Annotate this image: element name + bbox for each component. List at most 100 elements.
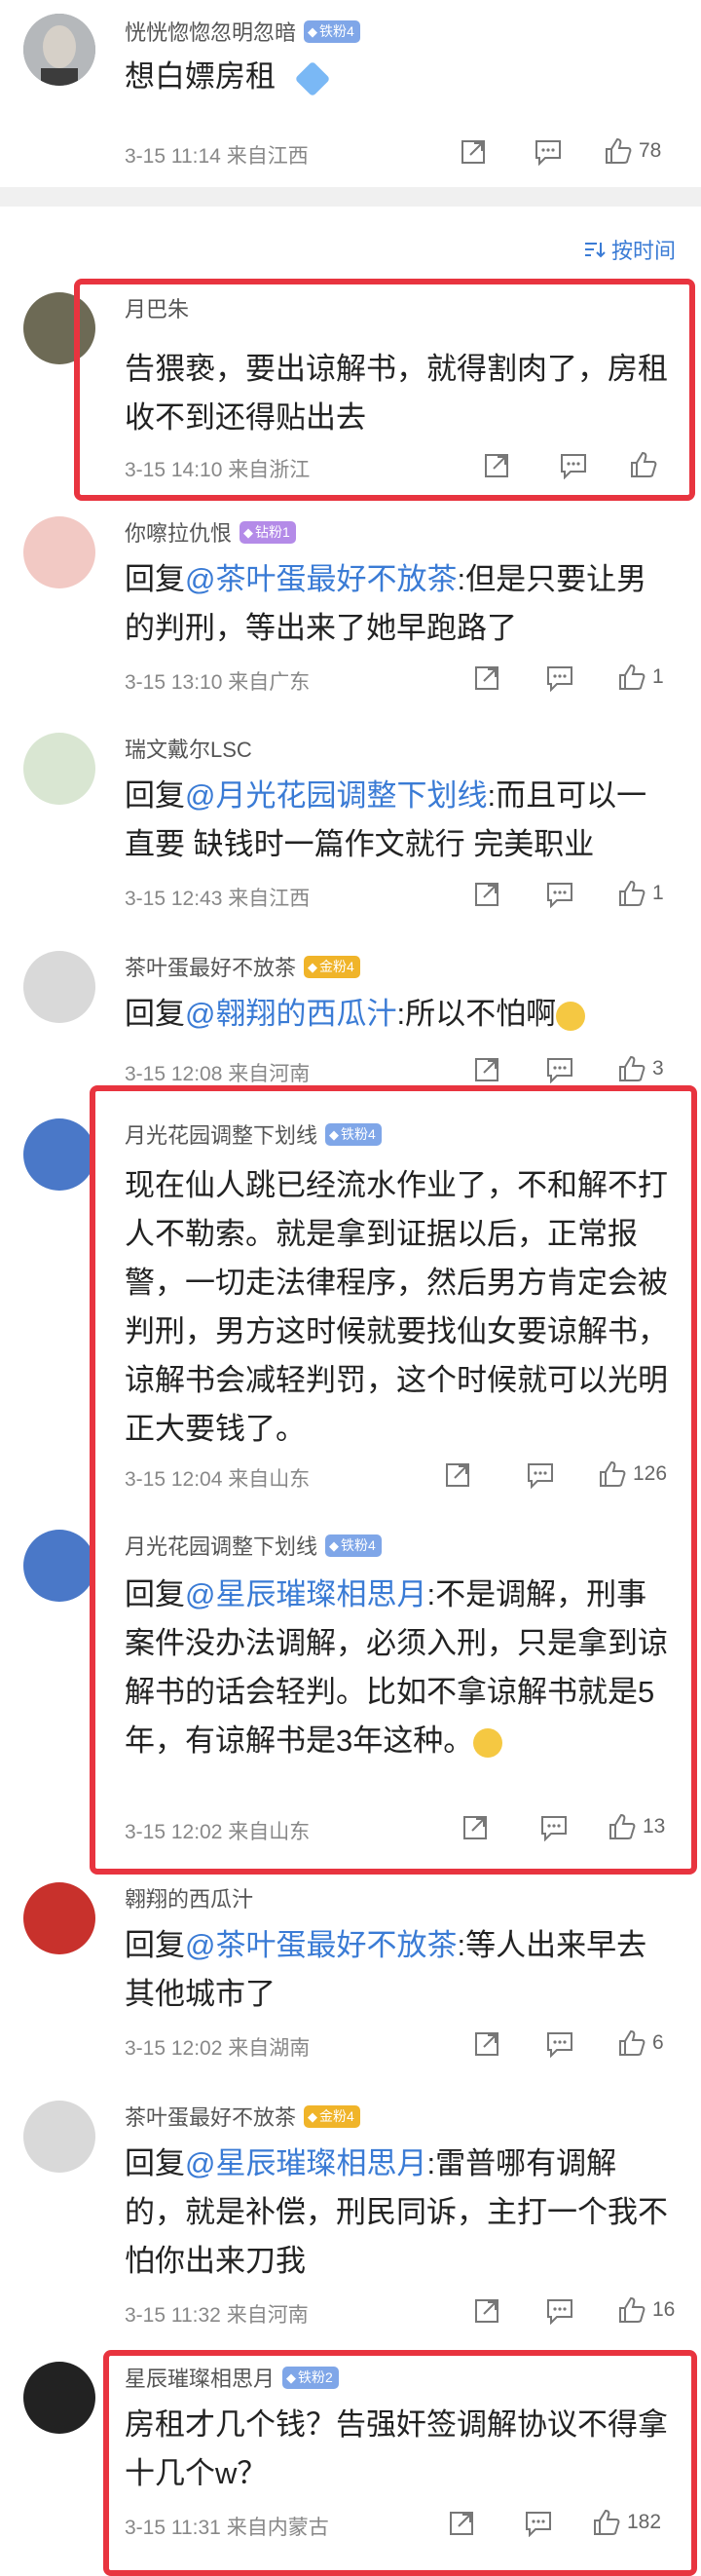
like-count: 1 — [652, 665, 664, 688]
badge-text: 钻粉1 — [255, 523, 290, 540]
diamond-icon: ◆ — [308, 23, 318, 39]
username[interactable]: 翱翔的西瓜汁 — [125, 1882, 253, 1913]
comment-body: :所以不怕啊 — [396, 997, 557, 1031]
comment-icon — [547, 1058, 572, 1083]
section-divider — [0, 187, 701, 207]
share-icon — [475, 2032, 498, 2056]
like-count: 6 — [652, 2031, 664, 2054]
mention-link[interactable]: @星辰璀璨相思月 — [185, 2146, 426, 2180]
like-count: 3 — [652, 1057, 664, 1080]
sort-label[interactable]: 按时间 — [611, 234, 676, 265]
comment-button[interactable] — [545, 664, 574, 692]
diamond-icon: ◆ — [308, 959, 318, 974]
avatar[interactable] — [23, 516, 95, 588]
highlight-box — [90, 1085, 697, 1875]
username[interactable]: 茶叶蛋最好不放茶 ◆ 金粉4 — [125, 2101, 360, 2132]
comment-text: 想白嫖房租 — [125, 53, 670, 101]
like-button[interactable]: 78 — [604, 136, 661, 166]
like-count: 78 — [639, 139, 662, 162]
avatar[interactable] — [23, 1882, 95, 1954]
avatar[interactable] — [23, 2101, 95, 2173]
mention-link[interactable]: @茶叶蛋最好不放茶 — [185, 1928, 457, 1962]
diamond-icon: ◆ — [243, 524, 254, 540]
comment-text: 回复@星辰璀璨相思月:雷普哪有调解的，就是补偿，刑民同诉，主打一个我不怕你出来刀… — [125, 2140, 670, 2286]
comment-icon — [547, 2032, 572, 2058]
comment-text: 回复@茶叶蛋最好不放茶:等人出来早去其他城市了 — [125, 1921, 670, 2019]
username-text[interactable]: 你嚓拉仇恨 — [125, 516, 232, 548]
username[interactable]: 你嚓拉仇恨 ◆ 钻粉1 — [125, 516, 296, 548]
like-button[interactable]: 1 — [617, 879, 664, 908]
share-button[interactable] — [473, 1056, 500, 1083]
comment-icon — [547, 2299, 572, 2325]
thumbs-up-icon — [619, 1055, 646, 1081]
share-icon — [475, 666, 498, 690]
share-button[interactable] — [473, 664, 500, 692]
comment-text: 回复@翱翔的西瓜汁:所以不怕啊 — [125, 990, 670, 1039]
comment-button[interactable] — [534, 138, 563, 166]
thumbs-up-icon — [606, 137, 632, 164]
reply-prefix: 回复 — [125, 2146, 185, 2180]
like-count: 1 — [652, 882, 664, 904]
comment-button[interactable] — [545, 1056, 574, 1083]
highlight-box — [103, 2350, 697, 2576]
share-button[interactable] — [473, 2297, 500, 2325]
mention-link[interactable]: @月光花园调整下划线 — [185, 778, 487, 813]
mention-link[interactable]: @茶叶蛋最好不放茶 — [185, 562, 457, 596]
username-text[interactable]: 茶叶蛋最好不放茶 — [125, 2101, 296, 2132]
share-icon — [475, 1058, 498, 1081]
username-text[interactable]: 翱翔的西瓜汁 — [125, 1882, 253, 1913]
share-icon — [475, 2299, 498, 2323]
badge-text: 金粉4 — [319, 2107, 354, 2124]
comment-meta: 3-15 12:43 来自江西 — [125, 888, 311, 910]
like-button[interactable]: 1 — [617, 663, 664, 692]
comment-icon — [547, 883, 572, 908]
thumbs-up-icon — [619, 2029, 646, 2056]
sort-by-time-button[interactable]: 按时间 — [584, 234, 676, 265]
like-button[interactable]: 3 — [617, 1054, 664, 1083]
comment-meta: 3-15 12:02 来自湖南 — [125, 2037, 311, 2060]
avatar[interactable] — [23, 1530, 95, 1602]
share-button[interactable] — [473, 881, 500, 908]
share-button[interactable] — [460, 138, 487, 166]
highlight-box — [74, 279, 695, 501]
avatar[interactable] — [23, 1118, 95, 1191]
comment-button[interactable] — [545, 2297, 574, 2325]
comment-meta: 3-15 13:10 来自广东 — [125, 671, 311, 694]
comment-button[interactable] — [545, 2030, 574, 2058]
username[interactable]: 茶叶蛋最好不放茶 ◆ 金粉4 — [125, 951, 360, 982]
badge-text: 铁粉4 — [319, 22, 354, 39]
diamond-sticker-icon — [294, 60, 331, 97]
fan-badge: ◆ 铁粉4 — [304, 19, 360, 43]
avatar[interactable] — [23, 14, 95, 86]
username-text[interactable]: 瑞文戴尔LSC — [125, 733, 252, 764]
username[interactable]: 恍恍惚惚忽明忽暗 ◆ 铁粉4 — [125, 16, 360, 47]
share-icon — [475, 883, 498, 906]
thumbs-up-icon — [619, 2296, 646, 2323]
comment-meta: 3-15 11:32 来自河南 — [125, 2304, 309, 2327]
emoji-icon — [556, 1001, 586, 1031]
mention-link[interactable]: @翱翔的西瓜汁 — [185, 997, 396, 1031]
like-button[interactable]: 6 — [617, 2028, 664, 2058]
comment-button[interactable] — [545, 881, 574, 908]
comment-icon — [547, 666, 572, 692]
comment-text: 回复@月光花园调整下划线:而且可以一直要 缺钱时一篇作文就行 完美职业 — [125, 772, 670, 869]
comment-body: 想白嫖房租 — [125, 59, 276, 94]
fan-badge: ◆ 金粉4 — [304, 2104, 360, 2128]
username[interactable]: 瑞文戴尔LSC — [125, 733, 252, 764]
avatar[interactable] — [23, 2362, 95, 2434]
username-text[interactable]: 茶叶蛋最好不放茶 — [125, 951, 296, 982]
like-button[interactable]: 16 — [617, 2295, 675, 2325]
reply-prefix: 回复 — [125, 997, 185, 1031]
comment-icon — [535, 140, 561, 166]
comment-meta: 3-15 12:08 来自河南 — [125, 1063, 311, 1085]
share-button[interactable] — [473, 2030, 500, 2058]
username-text[interactable]: 恍恍惚惚忽明忽暗 — [125, 16, 296, 47]
fan-badge: ◆ 金粉4 — [304, 955, 360, 978]
like-count: 16 — [652, 2298, 676, 2321]
avatar[interactable] — [23, 733, 95, 805]
avatar[interactable] — [23, 951, 95, 1023]
diamond-icon: ◆ — [308, 2108, 318, 2124]
share-icon — [461, 140, 485, 164]
thumbs-up-icon — [619, 663, 646, 690]
sort-icon — [584, 243, 606, 258]
